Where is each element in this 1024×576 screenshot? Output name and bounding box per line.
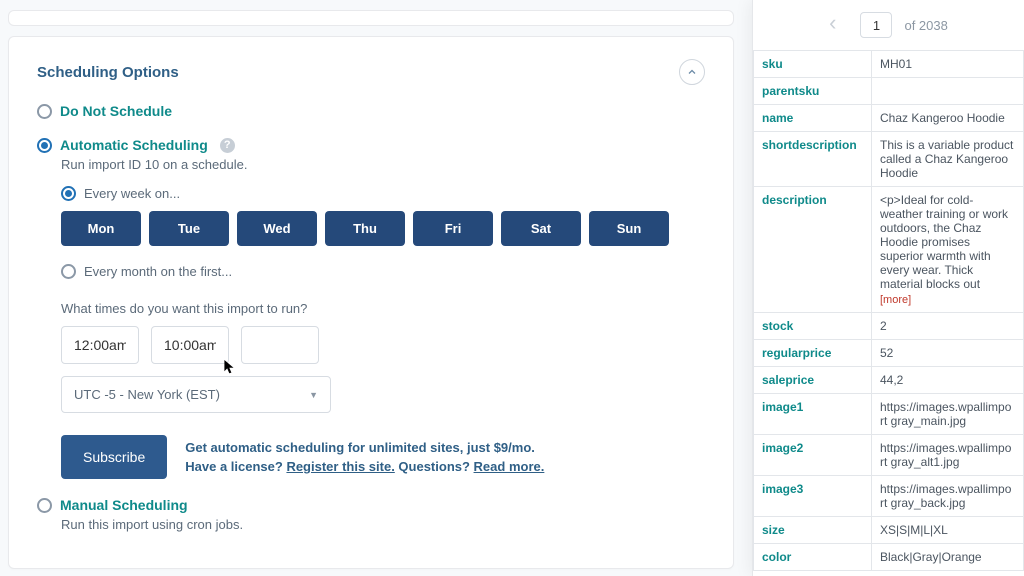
field-key: parentsku [754,78,872,105]
field-key: stock [754,313,872,340]
field-value: XS|S|M|L|XL [872,517,1024,544]
table-row: nameChaz Kangeroo Hoodie [754,105,1024,132]
read-more-link[interactable]: Read more. [474,459,545,474]
pager-back-icon[interactable]: ‹ [829,10,836,36]
more-link[interactable]: [more] [880,294,1015,306]
field-value: Chaz Kangeroo Hoodie [872,105,1024,132]
table-row: image2https://images.wpallimport gray_al… [754,435,1024,476]
field-value [872,78,1024,105]
field-value: 44,2 [872,367,1024,394]
table-row: colorBlack|Gray|Orange [754,544,1024,571]
record-sidebar: ‹ of 2038 skuMH01parentskunameChaz Kange… [752,0,1024,576]
page-number-input[interactable] [860,12,892,38]
day-buttons: Mon Tue Wed Thu Fri Sat Sun [61,211,705,246]
field-value: 52 [872,340,1024,367]
pager: ‹ of 2038 [753,0,1024,50]
timezone-select[interactable]: UTC -5 - New York (EST) ▼ [61,376,331,413]
field-value: This is a variable product called a Chaz… [872,132,1024,187]
table-row: sizeXS|S|M|L|XL [754,517,1024,544]
manual-desc: Run this import using cron jobs. [61,517,705,532]
time-input-1[interactable] [61,326,139,364]
field-key: size [754,517,872,544]
field-key: shortdescription [754,132,872,187]
automatic-desc: Run import ID 10 on a schedule. [61,157,705,172]
scheduling-panel: Scheduling Options Do Not Schedule Autom… [8,36,734,569]
monthly-label: Every month on the first... [84,264,232,279]
radio-monthly[interactable] [61,264,76,279]
pager-total: of 2038 [904,18,947,33]
times-question: What times do you want this import to ru… [61,301,705,316]
table-row: regularprice52 [754,340,1024,367]
day-fri[interactable]: Fri [413,211,493,246]
top-panel-stub [8,10,734,26]
field-key: color [754,544,872,571]
radio-weekly[interactable] [61,186,76,201]
field-key: description [754,187,872,313]
day-sun[interactable]: Sun [589,211,669,246]
field-value: https://images.wpallimport gray_main.jpg [872,394,1024,435]
day-tue[interactable]: Tue [149,211,229,246]
subscribe-button[interactable]: Subscribe [61,435,167,479]
do-not-schedule-label: Do Not Schedule [60,103,172,119]
radio-automatic[interactable] [37,138,52,153]
field-value: https://images.wpallimport gray_alt1.jpg [872,435,1024,476]
field-value: 2 [872,313,1024,340]
main-area: Scheduling Options Do Not Schedule Autom… [0,0,752,576]
panel-title: Scheduling Options [37,64,179,81]
collapse-button[interactable] [679,59,705,85]
field-key: saleprice [754,367,872,394]
manual-label: Manual Scheduling [60,497,188,513]
day-thu[interactable]: Thu [325,211,405,246]
table-row: shortdescriptionThis is a variable produ… [754,132,1024,187]
field-key: sku [754,51,872,78]
field-value: <p>Ideal for cold-weather training or wo… [872,187,1024,313]
subscribe-message: Get automatic scheduling for unlimited s… [185,438,544,477]
field-key: regularprice [754,340,872,367]
time-input-2[interactable] [151,326,229,364]
field-value: https://images.wpallimport gray_back.jpg [872,476,1024,517]
day-wed[interactable]: Wed [237,211,317,246]
record-fields-table: skuMH01parentskunameChaz Kangeroo Hoodie… [753,50,1024,571]
field-key: image2 [754,435,872,476]
field-value: MH01 [872,51,1024,78]
table-row: description<p>Ideal for cold-weather tra… [754,187,1024,313]
register-site-link[interactable]: Register this site. [286,459,394,474]
table-row: parentsku [754,78,1024,105]
timezone-value: UTC -5 - New York (EST) [74,387,220,402]
field-key: image3 [754,476,872,517]
radio-manual[interactable] [37,498,52,513]
field-key: name [754,105,872,132]
table-row: image3https://images.wpallimport gray_ba… [754,476,1024,517]
table-row: saleprice44,2 [754,367,1024,394]
table-row: image1https://images.wpallimport gray_ma… [754,394,1024,435]
day-sat[interactable]: Sat [501,211,581,246]
field-key: image1 [754,394,872,435]
automatic-label: Automatic Scheduling [60,137,208,153]
table-row: skuMH01 [754,51,1024,78]
table-row: stock2 [754,313,1024,340]
time-input-3[interactable] [241,326,319,364]
radio-do-not-schedule[interactable] [37,104,52,119]
day-mon[interactable]: Mon [61,211,141,246]
chevron-up-icon [686,66,698,78]
chevron-down-icon: ▼ [309,390,318,400]
help-icon[interactable]: ? [220,138,235,153]
weekly-label: Every week on... [84,186,180,201]
field-value: Black|Gray|Orange [872,544,1024,571]
